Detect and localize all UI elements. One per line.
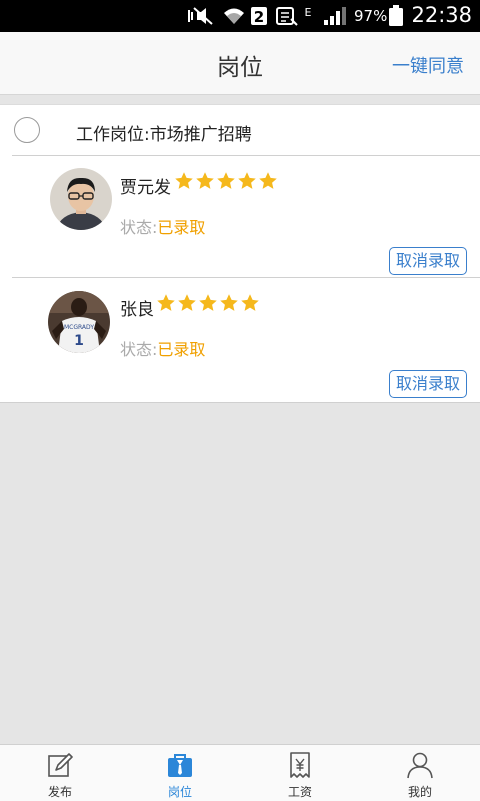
wifi-icon <box>224 8 244 24</box>
clock: 22:38 <box>411 3 472 27</box>
candidate-item: 贾元发 状态:已录取 取消录取 <box>0 156 480 276</box>
star-icon <box>178 294 196 311</box>
svg-text:2: 2 <box>254 8 264 26</box>
svg-text:E: E <box>305 6 312 19</box>
briefcase-icon <box>168 754 192 777</box>
battery-icon <box>389 5 403 26</box>
tab-profile[interactable]: 我的 <box>360 745 480 801</box>
job-card: 工作岗位:市场推广招聘 贾元发 状态:已录取 取消录取 MCGRADY 1 张良… <box>0 104 480 403</box>
tab-label: 我的 <box>407 785 432 799</box>
tab-salary[interactable]: 工资 <box>240 745 360 801</box>
candidate-status-row: 状态:已录取 <box>120 336 205 360</box>
cancel-admission-button[interactable]: 取消录取 <box>389 247 467 275</box>
svg-text:1: 1 <box>74 333 84 349</box>
tab-label: 工资 <box>287 785 312 799</box>
job-select-radio[interactable] <box>14 117 40 143</box>
star-icon <box>175 172 193 189</box>
candidate-name: 张良 <box>120 300 154 320</box>
avatar-photo-icon <box>50 168 112 230</box>
status-label: 状态: <box>120 340 158 359</box>
person-icon <box>407 752 433 779</box>
svg-text:MCGRADY: MCGRADY <box>64 324 94 331</box>
star-icon <box>259 172 277 189</box>
avatar[interactable] <box>50 168 112 230</box>
star-icon <box>196 172 214 189</box>
tab-publish[interactable]: 发布 <box>0 745 120 801</box>
star-icon <box>220 294 238 311</box>
cancel-admission-button[interactable]: 取消录取 <box>389 370 467 398</box>
avatar[interactable]: MCGRADY 1 <box>48 291 110 353</box>
receipt-yen-icon <box>290 752 310 778</box>
signal-icon <box>324 7 346 25</box>
status-bar: 2 E 97% 22:38 <box>0 0 480 32</box>
star-icon <box>238 172 256 189</box>
tab-jobs[interactable]: 岗位 <box>120 745 240 801</box>
approve-all-button[interactable]: 一键同意 <box>392 52 464 78</box>
battery-percentage: 97% <box>354 7 388 25</box>
job-row: 工作岗位:市场推广招聘 <box>0 105 480 155</box>
candidate-name: 贾元发 <box>120 178 171 198</box>
candidate-status: 状态:已录取 <box>120 214 205 238</box>
star-icon <box>157 294 175 311</box>
network-type-icon: E <box>305 6 312 19</box>
notification-icon <box>276 7 298 26</box>
star-icon <box>199 294 217 311</box>
app-header: 岗位 一键同意 <box>0 32 480 95</box>
status-value: 已录取 <box>157 218 206 237</box>
star-icon <box>241 294 259 311</box>
edit-icon <box>48 753 73 777</box>
mute-vibrate-icon <box>188 7 213 25</box>
sim-slot-icon: 2 <box>251 7 267 26</box>
rating-stars <box>156 293 260 313</box>
avatar-photo-icon: MCGRADY 1 <box>48 291 110 353</box>
tab-label: 发布 <box>47 785 72 799</box>
job-title: 工作岗位:市场推广招聘 <box>76 125 252 145</box>
bottom-nav: 发布 岗位 工资 我的 <box>0 744 480 801</box>
rating-stars <box>174 171 278 191</box>
tab-label: 岗位 <box>167 785 192 799</box>
candidate-item: MCGRADY 1 张良 状态:已录取 取消录取 <box>0 278 480 398</box>
status-value: 已录取 <box>157 340 206 359</box>
star-icon <box>217 172 235 189</box>
status-label: 状态: <box>120 218 158 237</box>
